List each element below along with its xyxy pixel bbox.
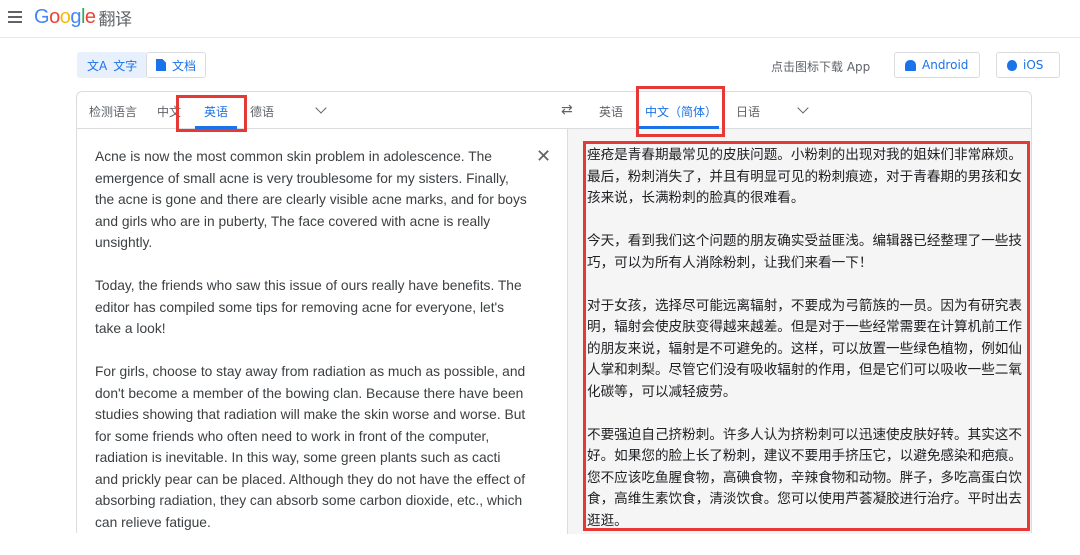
android-icon [905,59,916,71]
document-mode-label: 文档 [172,58,197,73]
translate-card: 检测语言 中文 英语 德语 ⇄ 英语 中文（简体） 日语 Acne is now… [76,91,1032,534]
apple-icon [1007,59,1017,71]
download-app-label: 点击图标下载 App [771,60,871,74]
google-translate-logo[interactable]: Google 翻译 [34,5,132,29]
source-paragraph: Today, the friends who saw this issue of… [95,278,522,336]
target-lang-japanese[interactable]: 日语 [736,103,760,120]
source-text-area[interactable]: Acne is now the most common skin problem… [95,146,527,555]
source-lang-more-chevron-icon[interactable] [315,102,327,114]
google-wordmark: Google [34,5,96,28]
text-mode-button[interactable]: 文A 文字 [77,52,148,78]
source-lang-german[interactable]: 德语 [250,103,274,120]
target-paragraph: 不要强迫自己挤粉刺。许多人认为挤粉刺可以迅速使皮肤好转。其实这不好。如果您的脸上… [587,426,1022,529]
source-lang-chinese[interactable]: 中文 [157,103,181,120]
clear-text-icon[interactable]: ✕ [536,148,551,166]
product-name: 翻译 [98,9,133,29]
target-paragraph: 对于女孩，选择尽可能远离辐射，不要成为弓箭族的一员。因为有研究表明，辐射会使皮肤… [587,297,1022,400]
document-icon [156,59,166,71]
target-paragraph: 痤疮是青春期最常见的皮肤问题。小粉刺的出现对我的姐妹们非常麻烦。最后，粉刺消失了… [587,147,1022,206]
language-bar: 检测语言 中文 英语 德语 ⇄ 英语 中文（简体） 日语 [77,92,1031,129]
source-lang-english[interactable]: 英语 [204,103,228,120]
swap-languages-icon[interactable]: ⇄ [561,102,573,118]
source-lang-detect[interactable]: 检测语言 [89,103,137,120]
source-lang-selected-indicator [195,126,237,129]
ios-button[interactable]: iOS [996,52,1060,78]
top-bar: Google 翻译 [0,0,1080,38]
android-label: Android [922,58,969,72]
target-lang-english[interactable]: 英语 [599,103,623,120]
target-lang-chinese-simplified[interactable]: 中文（简体） [645,103,717,120]
source-paragraph: For girls, choose to stay away from radi… [95,364,526,530]
android-button[interactable]: Android [894,52,980,78]
ios-label: iOS [1023,58,1044,72]
target-lang-more-chevron-icon[interactable] [797,102,809,114]
translation-output: 痤疮是青春期最常见的皮肤问题。小粉刺的出现对我的姐妹们非常麻烦。最后，粉刺消失了… [587,145,1023,554]
target-paragraph: 今天，看到我们这个问题的朋友确实受益匪浅。编辑器已经整理了一些技巧，可以为所有人… [587,233,1022,271]
document-mode-button[interactable]: 文档 [146,52,207,78]
menu-icon[interactable] [8,10,22,24]
text-mode-label: 文字 [113,58,138,73]
source-paragraph: Acne is now the most common skin problem… [95,149,527,250]
translate-icon: 文A [87,58,108,73]
